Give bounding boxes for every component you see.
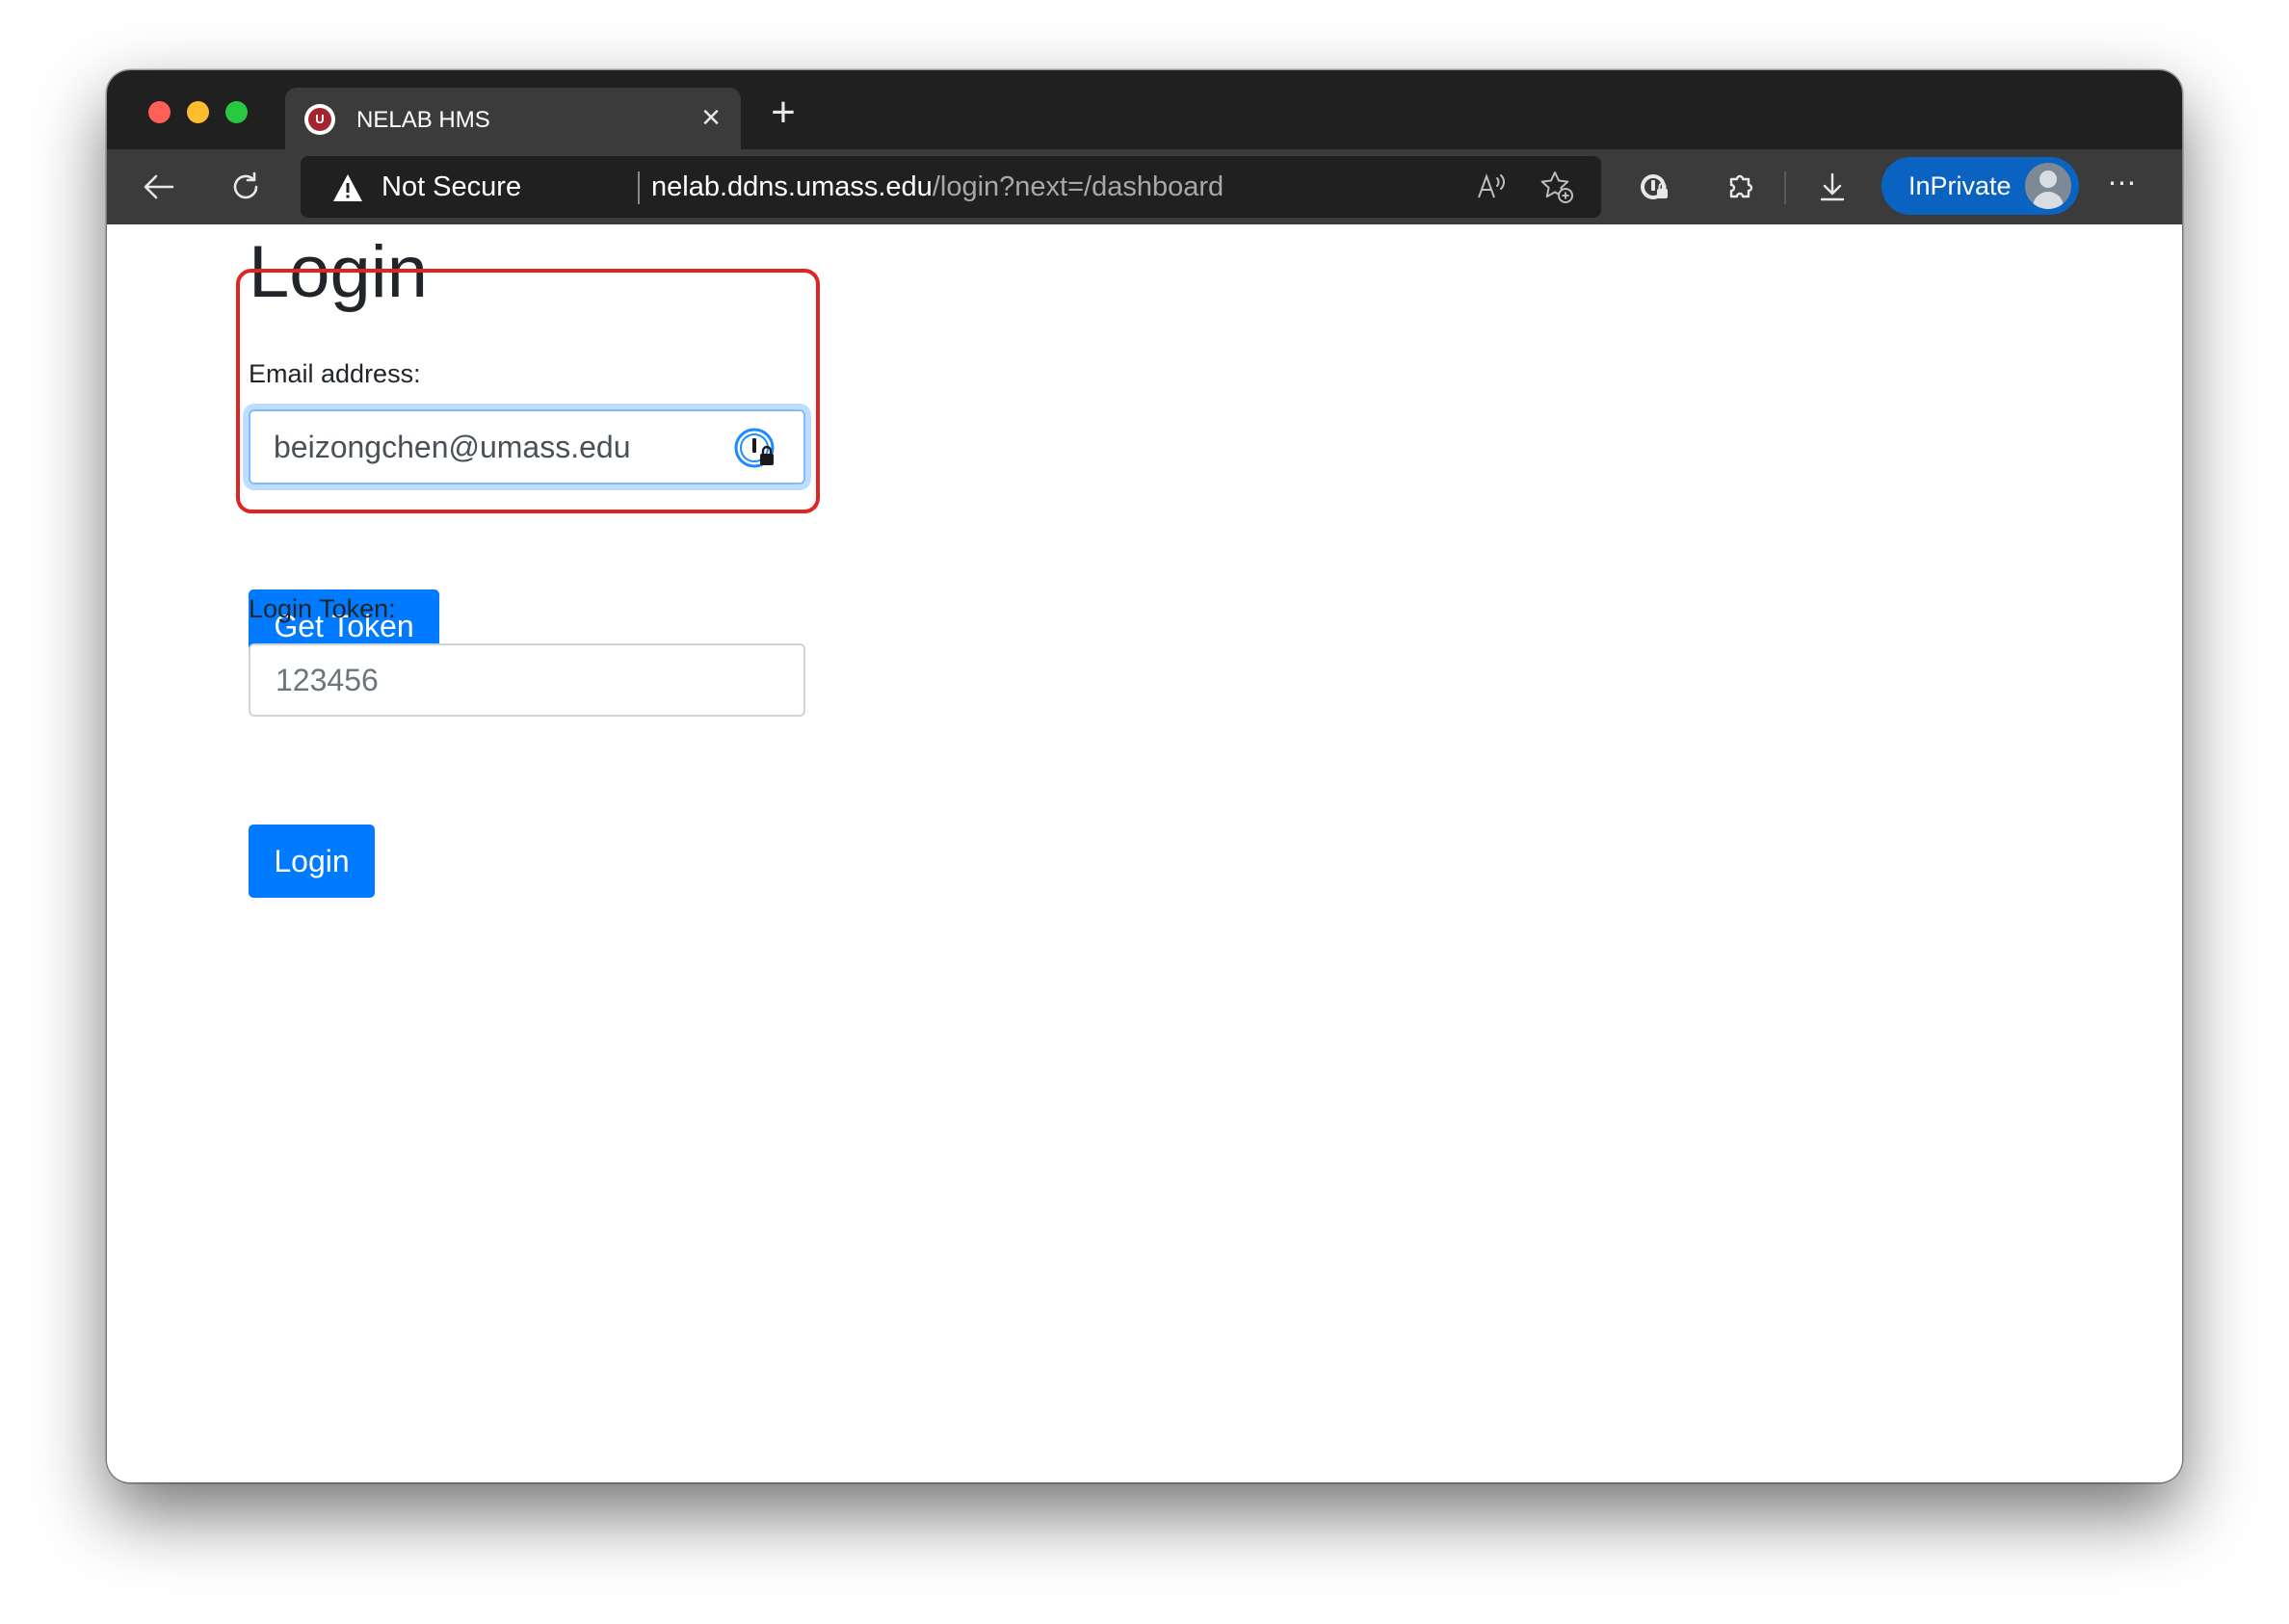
add-favorite-icon[interactable] [1534, 164, 1580, 210]
security-status[interactable]: Not Secure [382, 171, 521, 203]
address-divider [638, 171, 640, 204]
email-field[interactable] [249, 409, 805, 485]
close-tab-icon[interactable]: × [695, 101, 727, 134]
address-bar[interactable]: Not Secure nelab.ddns.umass.edu/login?ne… [301, 156, 1601, 218]
toolbar-divider [1784, 171, 1786, 204]
password-manager-autofill-icon[interactable] [733, 425, 781, 473]
more-options-icon[interactable]: ⋯ [2101, 167, 2144, 209]
downloads-icon[interactable] [1809, 164, 1855, 210]
browser-tab[interactable]: U NELAB HMS × [285, 88, 741, 149]
new-tab-icon[interactable]: + [762, 92, 804, 136]
warning-triangle-icon[interactable] [331, 172, 364, 203]
window-minimize-button[interactable] [187, 101, 209, 123]
inprivate-label: InPrivate [1908, 171, 2012, 200]
password-manager-icon[interactable] [1632, 164, 1678, 210]
tab-title: NELAB HMS [356, 107, 490, 133]
read-aloud-icon[interactable] [1468, 164, 1514, 210]
tab-strip: U NELAB HMS × + [107, 70, 2182, 149]
browser-toolbar: Not Secure nelab.ddns.umass.edu/login?ne… [107, 149, 2182, 224]
umass-seal-icon: U [304, 104, 335, 135]
url-path: /login?next=/dashboard [932, 171, 1224, 202]
window-maximize-button[interactable] [225, 101, 248, 123]
inprivate-profile-button[interactable]: InPrivate [1881, 157, 2079, 215]
url-text[interactable]: nelab.ddns.umass.edu/login?next=/dashboa… [651, 171, 1223, 203]
back-arrow-icon[interactable] [136, 164, 182, 210]
page-content: Login Email address: Get Token Login Tok… [107, 224, 2182, 1482]
window-close-button[interactable] [148, 101, 171, 123]
page-title: Login [249, 231, 428, 313]
extensions-puzzle-icon[interactable] [1717, 164, 1763, 210]
login-token-field[interactable] [249, 643, 805, 717]
refresh-icon[interactable] [223, 164, 269, 210]
browser-window: U NELAB HMS × + Not Secure nelab.ddns.um… [107, 70, 2182, 1482]
avatar [2023, 161, 2073, 211]
url-host: nelab.ddns.umass.edu [651, 171, 933, 202]
login-button[interactable]: Login [249, 825, 375, 898]
login-token-label: Login Token: [249, 594, 396, 623]
email-label: Email address: [249, 359, 421, 388]
